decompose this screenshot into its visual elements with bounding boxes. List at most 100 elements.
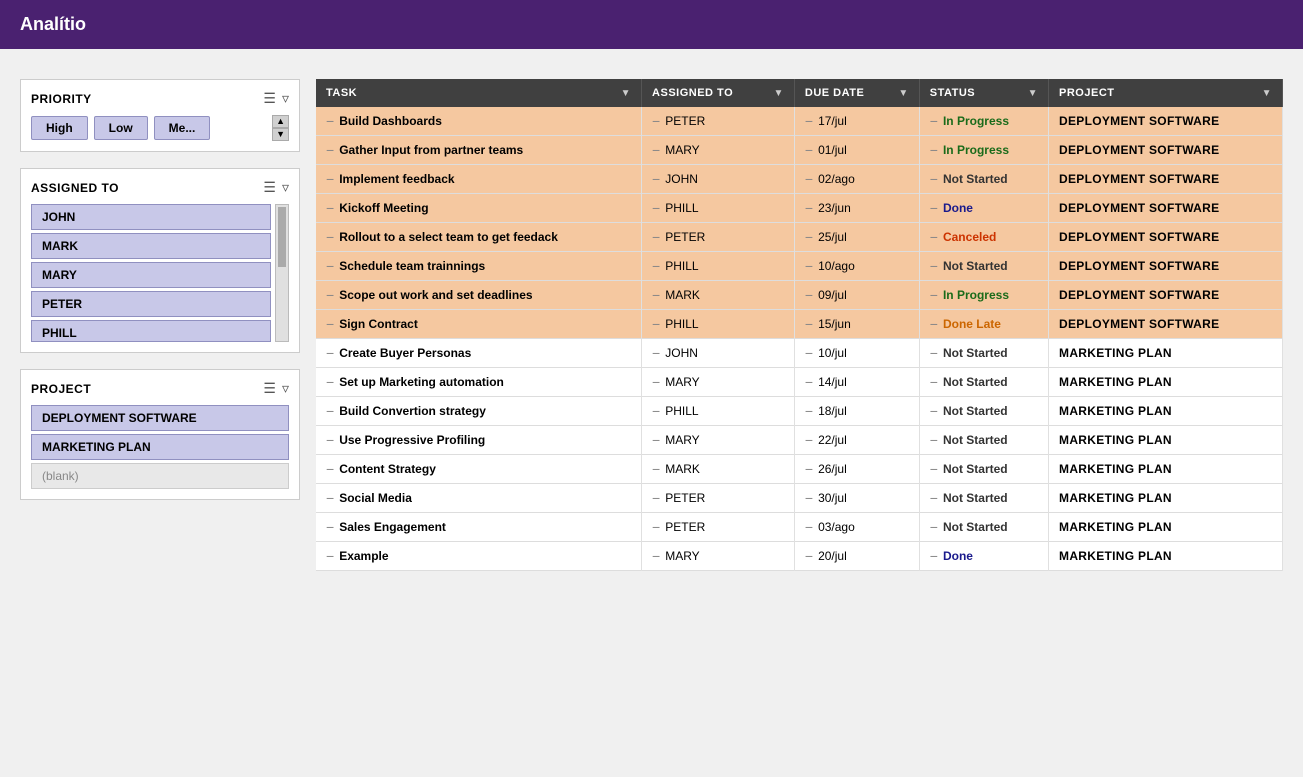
table-row[interactable]: − Build Convertion strategy − PHILL − 18… [316, 397, 1283, 426]
row-collapse-icon[interactable]: − [326, 490, 334, 506]
assigned-scrollbar[interactable] [275, 204, 289, 342]
status-value: Not Started [943, 491, 1008, 505]
status-value: Canceled [943, 230, 996, 244]
table-row[interactable]: − Sales Engagement − PETER − 03/ago − [316, 513, 1283, 542]
table-row[interactable]: − Create Buyer Personas − JOHN − 10/jul … [316, 339, 1283, 368]
assigned-col-filter[interactable]: ▼ [773, 88, 783, 99]
due-value: 10/jul [818, 346, 847, 360]
table-row[interactable]: − Kickoff Meeting − PHILL − 23/jun − [316, 194, 1283, 223]
task-name: Sign Contract [339, 317, 418, 331]
due-icon: − [805, 548, 813, 564]
row-collapse-icon[interactable]: − [326, 316, 334, 332]
priority-low-btn[interactable]: Low [94, 116, 148, 140]
row-collapse-icon[interactable]: − [326, 403, 334, 419]
table-row[interactable]: − Use Progressive Profiling − MARY − 22/… [316, 426, 1283, 455]
table-row[interactable]: − Rollout to a select team to get feedac… [316, 223, 1283, 252]
filter-icon[interactable]: ▿ [282, 90, 289, 107]
table-row[interactable]: − Gather Input from partner teams − MARY… [316, 136, 1283, 165]
priority-high-btn[interactable]: High [31, 116, 88, 140]
main-content: PRIORITY ☰ ▿ High Low Me... ▲ ▼ ASSIGNED… [0, 49, 1303, 601]
filter-icon-assigned[interactable]: ▿ [282, 179, 289, 196]
status-cell: − Not Started [919, 426, 1048, 455]
assigned-list-wrapper: JOHN MARK MARY PETER PHILL [31, 204, 289, 342]
task-cell: − Schedule team trainnings [316, 252, 642, 281]
task-name: Implement feedback [339, 172, 454, 186]
project-item-blank[interactable]: (blank) [31, 463, 289, 489]
assigned-value: PHILL [665, 201, 698, 215]
row-collapse-icon[interactable]: − [326, 345, 334, 361]
assigned-item-peter[interactable]: PETER [31, 291, 271, 317]
status-value: In Progress [943, 143, 1009, 157]
status-icon: − [930, 142, 938, 158]
status-cell: − In Progress [919, 281, 1048, 310]
row-collapse-icon[interactable]: − [326, 374, 334, 390]
task-cell: − Sales Engagement [316, 513, 642, 542]
filter-icon-project[interactable]: ▿ [282, 380, 289, 397]
assigned-item-phill[interactable]: PHILL [31, 320, 271, 342]
project-cell: MARKETING PLAN [1049, 484, 1283, 513]
scroll-up-btn[interactable]: ▲ [272, 115, 289, 128]
assigned-item-mary[interactable]: MARY [31, 262, 271, 288]
sort-icon[interactable]: ☰ [263, 90, 276, 107]
project-cell: DEPLOYMENT SOFTWARE [1049, 136, 1283, 165]
status-value: Not Started [943, 520, 1008, 534]
priority-filter-panel: PRIORITY ☰ ▿ High Low Me... ▲ ▼ [20, 79, 300, 152]
row-collapse-icon[interactable]: − [326, 432, 334, 448]
project-col-filter[interactable]: ▼ [1262, 88, 1272, 99]
assigned-icon: − [652, 374, 660, 390]
table-row[interactable]: − Set up Marketing automation − MARY − 1… [316, 368, 1283, 397]
due-value: 17/jul [818, 114, 847, 128]
assigned-cell: − MARK [642, 281, 795, 310]
priority-me-btn[interactable]: Me... [154, 116, 211, 140]
table-row[interactable]: − Social Media − PETER − 30/jul − [316, 484, 1283, 513]
project-item-marketing[interactable]: MARKETING PLAN [31, 434, 289, 460]
project-cell: DEPLOYMENT SOFTWARE [1049, 281, 1283, 310]
table-row[interactable]: − Sign Contract − PHILL − 15/jun − [316, 310, 1283, 339]
project-value: DEPLOYMENT SOFTWARE [1059, 317, 1219, 331]
project-cell: DEPLOYMENT SOFTWARE [1049, 165, 1283, 194]
assigned-filter-panel: ASSIGNED TO ☰ ▿ JOHN MARK MARY PETER PHI… [20, 168, 300, 353]
status-cell: − Not Started [919, 484, 1048, 513]
row-collapse-icon[interactable]: − [326, 171, 334, 187]
row-collapse-icon[interactable]: − [326, 519, 334, 535]
row-collapse-icon[interactable]: − [326, 142, 334, 158]
project-cell: DEPLOYMENT SOFTWARE [1049, 107, 1283, 136]
sort-icon-project[interactable]: ☰ [263, 380, 276, 397]
status-value: Done [943, 549, 973, 563]
project-item-deployment[interactable]: DEPLOYMENT SOFTWARE [31, 405, 289, 431]
row-collapse-icon[interactable]: − [326, 113, 334, 129]
assigned-icon: − [652, 171, 660, 187]
assigned-icon: − [652, 258, 660, 274]
row-collapse-icon[interactable]: − [326, 548, 334, 564]
status-col-filter[interactable]: ▼ [1028, 88, 1038, 99]
sort-icon-assigned[interactable]: ☰ [263, 179, 276, 196]
table-row[interactable]: − Scope out work and set deadlines − MAR… [316, 281, 1283, 310]
project-value: DEPLOYMENT SOFTWARE [1059, 259, 1219, 273]
status-value: Done [943, 201, 973, 215]
row-collapse-icon[interactable]: − [326, 287, 334, 303]
assigned-item-john[interactable]: JOHN [31, 204, 271, 230]
assigned-value: JOHN [665, 172, 698, 186]
table-row[interactable]: − Build Dashboards − PETER − 17/jul − [316, 107, 1283, 136]
due-value: 18/jul [818, 404, 847, 418]
row-collapse-icon[interactable]: − [326, 461, 334, 477]
assigned-item-mark[interactable]: MARK [31, 233, 271, 259]
row-collapse-icon[interactable]: − [326, 258, 334, 274]
assigned-icon: − [652, 142, 660, 158]
due-cell: − 10/ago [794, 252, 919, 281]
table-row[interactable]: − Content Strategy − MARK − 26/jul − [316, 455, 1283, 484]
table-row[interactable]: − Schedule team trainnings − PHILL − 10/… [316, 252, 1283, 281]
scroll-down-btn[interactable]: ▼ [272, 128, 289, 141]
due-cell: − 18/jul [794, 397, 919, 426]
table-row[interactable]: − Implement feedback − JOHN − 02/ago − [316, 165, 1283, 194]
project-filter-icons: ☰ ▿ [263, 380, 289, 397]
task-cell: − Build Convertion strategy [316, 397, 642, 426]
due-value: 02/ago [818, 172, 855, 186]
due-col-filter[interactable]: ▼ [898, 88, 908, 99]
status-icon: − [930, 403, 938, 419]
table-row[interactable]: − Example − MARY − 20/jul − Done [316, 542, 1283, 571]
row-collapse-icon[interactable]: − [326, 200, 334, 216]
row-collapse-icon[interactable]: − [326, 229, 334, 245]
task-col-filter[interactable]: ▼ [621, 88, 631, 99]
due-icon: − [805, 461, 813, 477]
